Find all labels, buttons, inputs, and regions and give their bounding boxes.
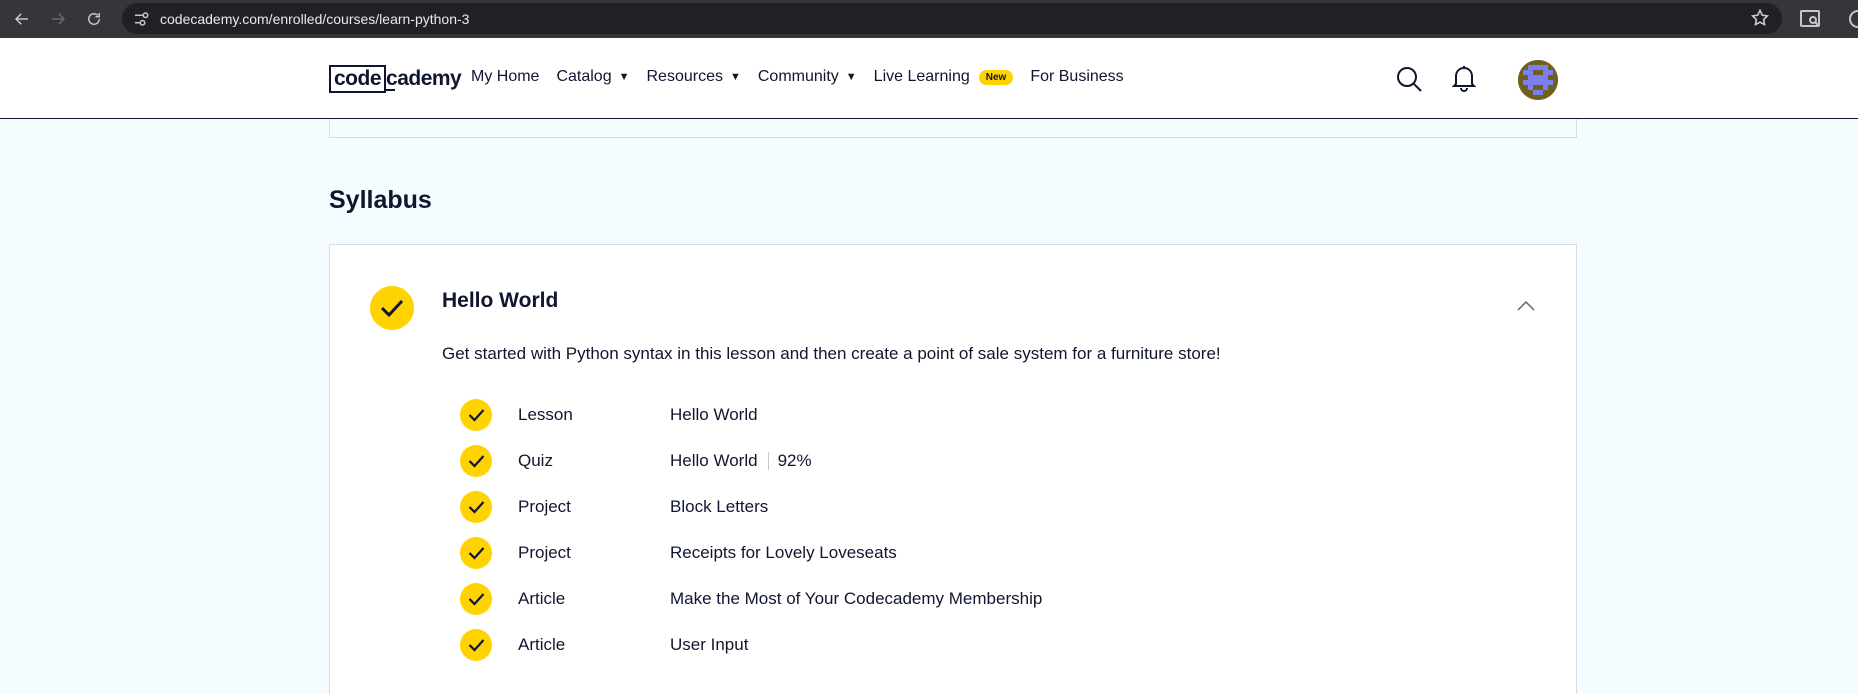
logo-code-box: code — [329, 65, 387, 93]
nav-catalog[interactable]: Catalog ▼ — [556, 68, 629, 86]
nav-my-home[interactable]: My Home — [471, 68, 539, 86]
check-icon — [460, 629, 492, 661]
nav-for-business[interactable]: For Business — [1030, 68, 1123, 86]
list-item[interactable]: Lesson Hello World — [460, 399, 1360, 431]
profile-icon[interactable] — [1846, 7, 1858, 31]
item-type: Article — [518, 635, 566, 654]
caret-down-icon: ▼ — [845, 71, 857, 83]
module-title[interactable]: Hello World — [442, 289, 558, 313]
list-item[interactable]: Article User Input — [460, 629, 1360, 661]
arrow-left-icon — [14, 13, 28, 25]
bell-icon[interactable] — [1452, 64, 1476, 92]
list-item[interactable]: Project Block Letters — [460, 491, 1360, 523]
back-button[interactable] — [6, 3, 38, 35]
search-icon[interactable] — [1395, 65, 1423, 93]
chevron-up-icon[interactable] — [1516, 299, 1536, 313]
codecademy-logo[interactable]: code cademy — [329, 65, 462, 93]
url-text[interactable]: codecademy.com/enrolled/courses/learn-py… — [160, 11, 469, 27]
item-name[interactable]: User Input — [670, 635, 748, 655]
forward-button[interactable] — [42, 3, 74, 35]
user-avatar[interactable] — [1518, 60, 1558, 100]
new-badge: New — [978, 69, 1014, 85]
check-icon — [460, 445, 492, 477]
item-name[interactable]: Block Letters — [670, 497, 768, 517]
browser-toolbar: codecademy.com/enrolled/courses/learn-py… — [0, 0, 1858, 38]
bookmark-star-icon[interactable] — [1750, 8, 1770, 28]
reading-mode-icon[interactable] — [1798, 7, 1822, 31]
caret-down-icon: ▼ — [618, 71, 630, 83]
site-settings-icon[interactable] — [130, 8, 152, 30]
nav-resources[interactable]: Resources ▼ — [647, 68, 741, 86]
module-complete-check-icon — [370, 286, 414, 330]
logo-rest: cademy — [386, 67, 462, 91]
pixel-avatar-icon — [1518, 60, 1558, 100]
item-type: Article — [518, 589, 566, 608]
list-item[interactable]: Article Make the Most of Your Codecademy… — [460, 583, 1360, 615]
nav-community[interactable]: Community ▼ — [758, 68, 857, 86]
list-item[interactable]: Quiz Hello World 92% — [460, 445, 1360, 477]
syllabus-heading: Syllabus — [329, 186, 432, 214]
site-header: code cademy My Home Catalog ▼ Resources ▼ … — [0, 38, 1858, 119]
address-bar[interactable]: codecademy.com/enrolled/courses/learn-py… — [122, 3, 1782, 34]
item-name[interactable]: Make the Most of Your Codecademy Members… — [670, 589, 1042, 609]
check-icon — [460, 491, 492, 523]
reload-icon — [88, 13, 100, 25]
nav-live-learning[interactable]: Live Learning New — [874, 68, 1014, 86]
previous-card-bottom — [329, 119, 1577, 138]
divider — [767, 452, 769, 470]
reload-button[interactable] — [78, 3, 110, 35]
item-name[interactable]: Hello World 92% — [670, 451, 812, 471]
item-type: Project — [518, 497, 571, 516]
item-name[interactable]: Receipts for Lovely Loveseats — [670, 543, 897, 563]
module-description: Get started with Python syntax in this l… — [442, 344, 1221, 363]
check-icon — [460, 537, 492, 569]
check-icon — [460, 399, 492, 431]
main-nav: My Home Catalog ▼ Resources ▼ Community ▼ L… — [471, 68, 1141, 86]
item-name[interactable]: Hello World — [670, 405, 758, 425]
list-item[interactable]: Project Receipts for Lovely Loveseats — [460, 537, 1360, 569]
item-type: Lesson — [518, 405, 573, 424]
module-card: Hello World Get started with Python synt… — [329, 244, 1577, 694]
item-type: Quiz — [518, 451, 553, 470]
item-type: Project — [518, 543, 571, 562]
arrow-right-icon — [52, 13, 66, 25]
quiz-score: 92% — [777, 451, 812, 470]
check-icon — [460, 583, 492, 615]
caret-down-icon: ▼ — [729, 71, 741, 83]
